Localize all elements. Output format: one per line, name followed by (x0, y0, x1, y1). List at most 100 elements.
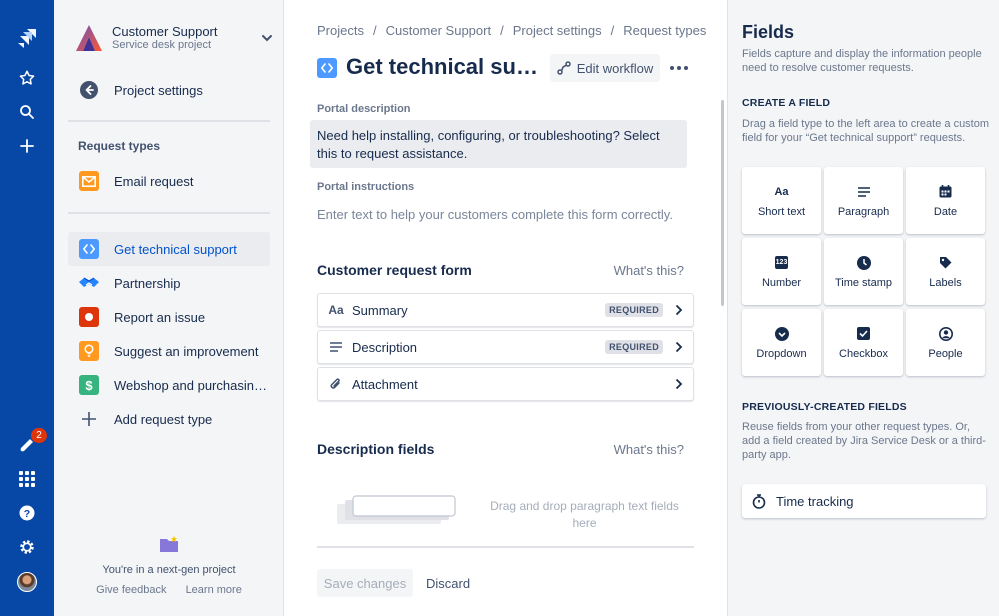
record-icon (79, 307, 99, 327)
drop-hint: Drag and drop paragraph text fields here (490, 499, 679, 530)
divider (68, 212, 270, 214)
back-label: Project settings (114, 82, 203, 98)
stopwatch-icon (752, 493, 766, 509)
previously-created-heading: PREVIOUSLY-CREATED FIELDS (742, 401, 907, 413)
folder-icon (160, 536, 178, 552)
sidebar-item-suggest-an-improvement[interactable]: Suggest an improvement (68, 334, 270, 368)
panel-title: Fields (742, 22, 795, 42)
request-types-heading: Request types (78, 139, 161, 153)
more-options-icon[interactable] (667, 54, 691, 82)
form-field-label: Attachment (352, 376, 418, 392)
app-switcher-icon[interactable] (0, 465, 54, 493)
field-type-date[interactable]: Date (906, 167, 985, 234)
portal-description-field[interactable]: Need help installing, configuring, or tr… (310, 120, 687, 168)
field-type-checkbox[interactable]: Checkbox (824, 309, 903, 376)
avatar[interactable] (17, 572, 37, 592)
breadcrumb-customer-support[interactable]: Customer Support (386, 23, 492, 38)
sidebar-item-label: Report an issue (114, 309, 206, 325)
jira-logo-icon[interactable] (0, 24, 54, 52)
description-fields-heading: Description fields (317, 441, 435, 457)
short-text-icon: Aa (774, 185, 789, 198)
label-icon (939, 255, 952, 271)
discard-button[interactable]: Discard (420, 569, 476, 597)
dropdown-icon (774, 326, 789, 342)
sidebar-item-label: Suggest an improvement (114, 343, 259, 359)
back-to-project-settings[interactable]: Project settings (68, 73, 270, 107)
description-fields-dropzone[interactable]: Drag and drop paragraph text fields here (317, 482, 694, 548)
checkbox-icon (857, 326, 870, 342)
field-type-people[interactable]: People (906, 309, 985, 376)
chevron-right-icon (675, 341, 683, 353)
required-badge: REQUIRED (605, 340, 663, 354)
notification-badge: 2 (31, 428, 47, 443)
breadcrumb-project-settings[interactable]: Project settings (513, 23, 602, 38)
form-field-summary[interactable]: Aa Summary REQUIRED (317, 293, 694, 327)
prev-field-time-tracking[interactable]: Time tracking (742, 484, 986, 518)
field-type-dropdown[interactable]: Dropdown (742, 309, 821, 376)
create-field-description: Drag a field type to the left area to cr… (742, 118, 990, 144)
code-icon (79, 239, 99, 259)
project-logo-icon (76, 25, 102, 51)
project-name: Customer Support (112, 24, 218, 39)
form-field-attachment[interactable]: Attachment (317, 367, 694, 401)
form-field-description[interactable]: Description REQUIRED (317, 330, 694, 364)
field-type-paragraph[interactable]: Paragraph (824, 167, 903, 234)
create-field-heading: CREATE A FIELD (742, 97, 831, 109)
next-gen-text: You're in a next-gen project (102, 564, 236, 576)
svg-text:?: ? (24, 508, 30, 520)
give-feedback-link[interactable]: Give feedback (96, 584, 166, 596)
breadcrumb-projects[interactable]: Projects (317, 23, 364, 38)
whats-this-link[interactable]: What's this? (614, 442, 684, 457)
back-arrow-icon (78, 79, 100, 101)
prev-field-label: Time tracking (776, 493, 854, 509)
save-changes-button[interactable]: Save changes (317, 569, 413, 597)
star-icon[interactable] (0, 64, 54, 92)
sidebar-item-partnership[interactable]: Partnership (68, 266, 270, 300)
sidebar-item-label: Webshop and purchasin… (114, 377, 267, 393)
field-type-time-stamp[interactable]: Time stamp (824, 238, 903, 305)
code-icon[interactable] (317, 58, 337, 78)
short-text-icon: Aa (328, 303, 344, 317)
field-type-labels[interactable]: Labels (906, 238, 985, 305)
form-field-label: Summary (352, 302, 408, 318)
fields-panel: Fields Fields capture and display the in… (727, 0, 999, 616)
plus-icon (78, 408, 100, 430)
calendar-icon (939, 184, 952, 200)
sidebar-item-webshop[interactable]: $ Webshop and purchasin… (68, 368, 270, 402)
sidebar-item-get-technical-support[interactable]: Get technical support (68, 232, 270, 266)
previously-created-description: Reuse fields from your other request typ… (742, 421, 986, 461)
workflow-icon (556, 61, 571, 75)
add-request-type-button[interactable]: Add request type (68, 402, 270, 436)
scrollbar[interactable] (721, 100, 724, 306)
dollar-icon: $ (79, 375, 99, 395)
required-badge: REQUIRED (605, 303, 663, 317)
sidebar-item-label: Partnership (114, 275, 181, 291)
settings-icon[interactable] (0, 533, 54, 561)
panel-intro: Fields capture and display the informati… (742, 48, 982, 74)
portal-description-label: Portal description (317, 103, 411, 115)
breadcrumb: Projects / Customer Support / Project settin… (317, 23, 707, 38)
edit-workflow-button[interactable]: Edit workflow (550, 54, 660, 82)
chevron-right-icon (675, 378, 683, 390)
customer-request-form-heading: Customer request form (317, 262, 472, 278)
sidebar-item-email-request[interactable]: Email request (68, 164, 270, 198)
person-icon (938, 326, 953, 342)
sidebar-item-report-an-issue[interactable]: Report an issue (68, 300, 270, 334)
plus-icon[interactable] (0, 132, 54, 160)
edit-workflow-label: Edit workflow (576, 60, 654, 76)
breadcrumb-request-types[interactable]: Request types (623, 23, 706, 38)
project-switcher[interactable]: Customer Support Service desk project (74, 22, 274, 54)
attachment-icon (328, 377, 344, 391)
search-icon[interactable] (0, 98, 54, 126)
whats-this-link[interactable]: What's this? (614, 263, 684, 278)
global-nav: 2 ? (0, 0, 54, 616)
field-type-short-text[interactable]: Aa Short text (742, 167, 821, 234)
page-title[interactable]: Get technical su… (346, 54, 538, 80)
portal-instructions-field[interactable]: Enter text to help your customers comple… (317, 207, 673, 222)
next-gen-notice: You're in a next-gen project Give feedba… (54, 536, 284, 596)
help-icon[interactable]: ? (0, 499, 54, 527)
divider (68, 120, 270, 122)
sidebar-item-label: Email request (114, 173, 194, 189)
field-type-number[interactable]: 123 Number (742, 238, 821, 305)
learn-more-link[interactable]: Learn more (186, 584, 242, 596)
